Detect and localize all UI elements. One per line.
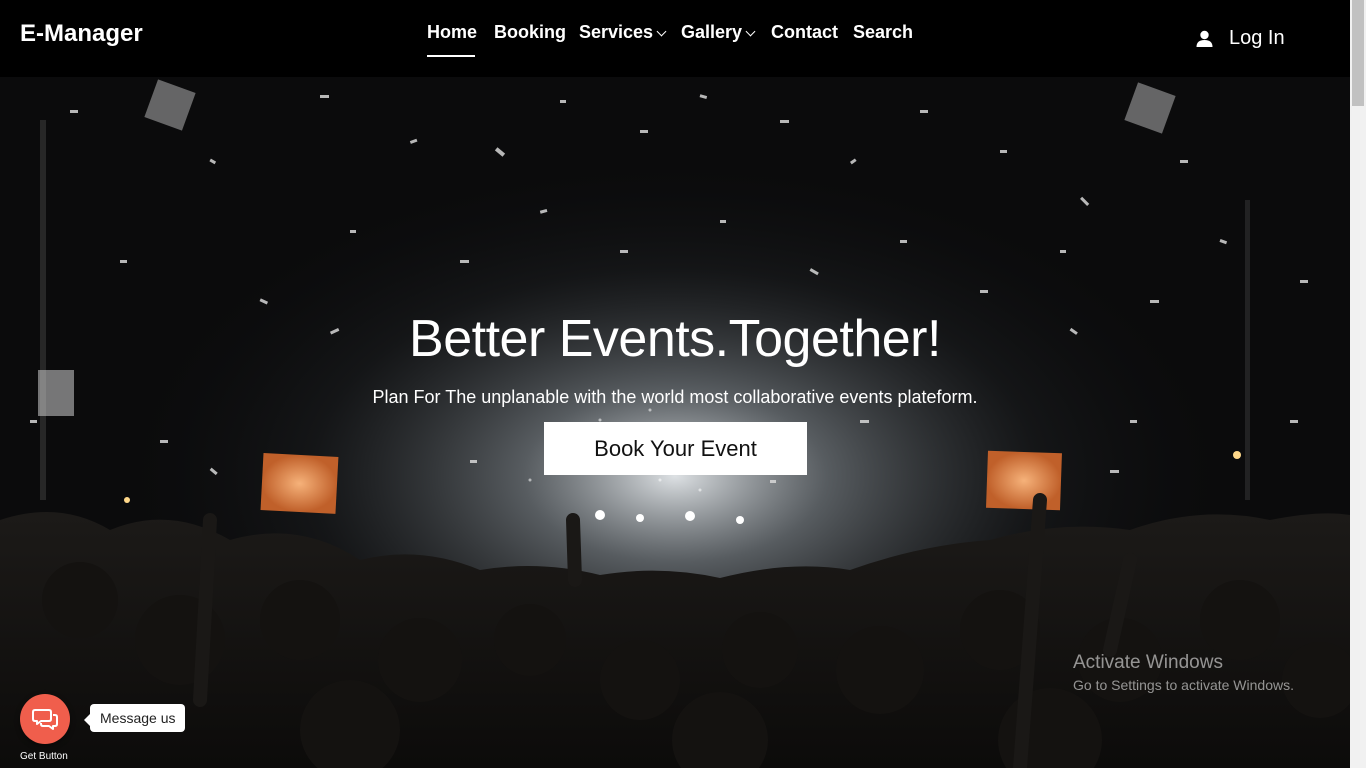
nav-home-active-indicator — [427, 55, 475, 57]
top-navbar: E-Manager Home Booking Services Gallery … — [0, 0, 1350, 77]
nav-gallery-label: Gallery — [681, 22, 743, 42]
nav-gallery[interactable]: Gallery — [681, 22, 756, 43]
activate-windows-subtitle: Go to Settings to activate Windows. — [1073, 677, 1294, 693]
brand-logo[interactable]: E-Manager — [20, 20, 143, 48]
nav-search[interactable]: Search — [853, 22, 913, 43]
chat-widget-button[interactable] — [20, 694, 70, 744]
nav-services-label: Services — [579, 22, 654, 42]
get-button-brand[interactable]: Get Button — [20, 751, 68, 762]
activate-windows-title: Activate Windows — [1073, 652, 1223, 673]
nav-contact[interactable]: Contact — [771, 22, 838, 43]
chat-bubbles-icon — [32, 709, 58, 730]
chevron-down-icon — [745, 26, 756, 37]
chevron-down-icon — [656, 26, 667, 37]
hero-subtitle: Plan For The unplanable with the world m… — [372, 387, 978, 407]
user-icon — [1196, 30, 1213, 47]
page-scrollbar[interactable] — [1350, 0, 1366, 768]
nav-services[interactable]: Services — [579, 22, 667, 43]
login-label: Log In — [1229, 27, 1285, 49]
book-event-button[interactable]: Book Your Event — [544, 422, 807, 475]
login-link[interactable]: Log In — [1196, 27, 1285, 50]
scrollbar-thumb[interactable] — [1352, 0, 1364, 106]
hero-title: Better Events.Together! — [409, 310, 941, 368]
nav-booking[interactable]: Booking — [494, 22, 566, 43]
message-us-label[interactable]: Message us — [83, 704, 186, 732]
nav-home[interactable]: Home — [427, 22, 477, 43]
